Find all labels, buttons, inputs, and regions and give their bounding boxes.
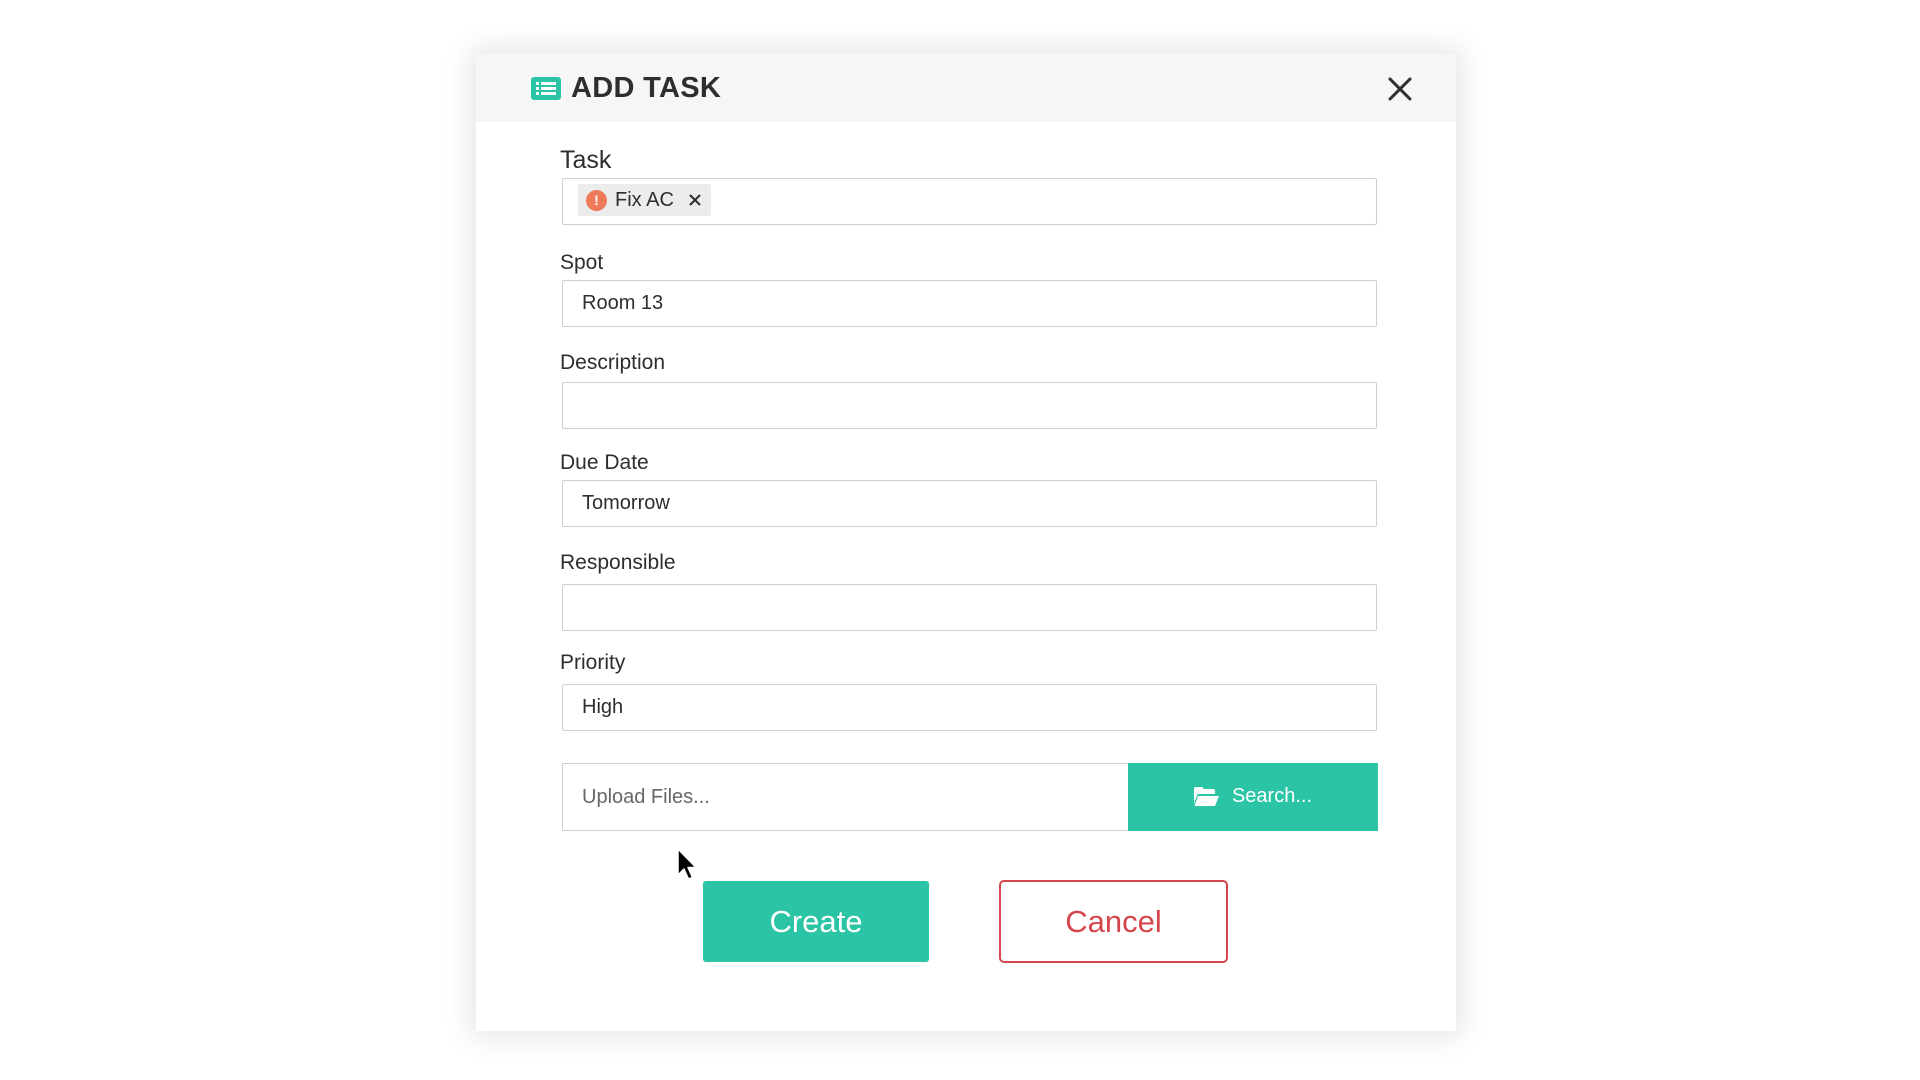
priority-input[interactable] [563, 685, 1376, 730]
due-date-field [562, 480, 1377, 527]
upload-placeholder: Upload Files... [582, 786, 710, 808]
exclamation-circle-icon: ! [586, 189, 607, 211]
priority-label: Priority [560, 651, 626, 674]
screen: ADD TASK Task ! Fix AC Spot Descript [0, 0, 1920, 1080]
dialog-title: ADD TASK [571, 72, 722, 104]
close-icon[interactable] [1387, 76, 1413, 102]
cancel-button[interactable]: Cancel [999, 880, 1228, 963]
search-files-button[interactable]: Search... [1127, 762, 1378, 831]
folder-open-icon [1193, 787, 1219, 806]
mouse-pointer-icon [677, 848, 697, 880]
priority-field [562, 684, 1377, 731]
description-input[interactable] [563, 383, 1376, 428]
spot-field [562, 280, 1377, 327]
add-task-dialog: ADD TASK Task ! Fix AC Spot Descript [476, 54, 1456, 1031]
task-chip-label: Fix AC [615, 188, 674, 211]
create-button[interactable]: Create [703, 881, 929, 962]
responsible-label: Responsible [560, 551, 676, 574]
chip-remove-icon[interactable] [688, 193, 702, 207]
search-button-label: Search... [1231, 785, 1313, 807]
due-date-input[interactable] [563, 481, 1376, 526]
task-chip: ! Fix AC [578, 184, 711, 216]
upload-field[interactable]: Upload Files... Search... [562, 762, 1378, 831]
spot-input[interactable] [563, 281, 1376, 326]
task-label: Task [560, 146, 612, 174]
task-field[interactable]: ! Fix AC [562, 178, 1377, 225]
task-list-icon [531, 77, 561, 100]
due-date-label: Due Date [560, 451, 649, 474]
responsible-input[interactable] [563, 585, 1376, 630]
spot-label: Spot [560, 251, 604, 274]
responsible-field [562, 584, 1377, 631]
dialog-header: ADD TASK [476, 54, 1456, 122]
description-label: Description [560, 351, 666, 374]
description-field [562, 382, 1377, 429]
